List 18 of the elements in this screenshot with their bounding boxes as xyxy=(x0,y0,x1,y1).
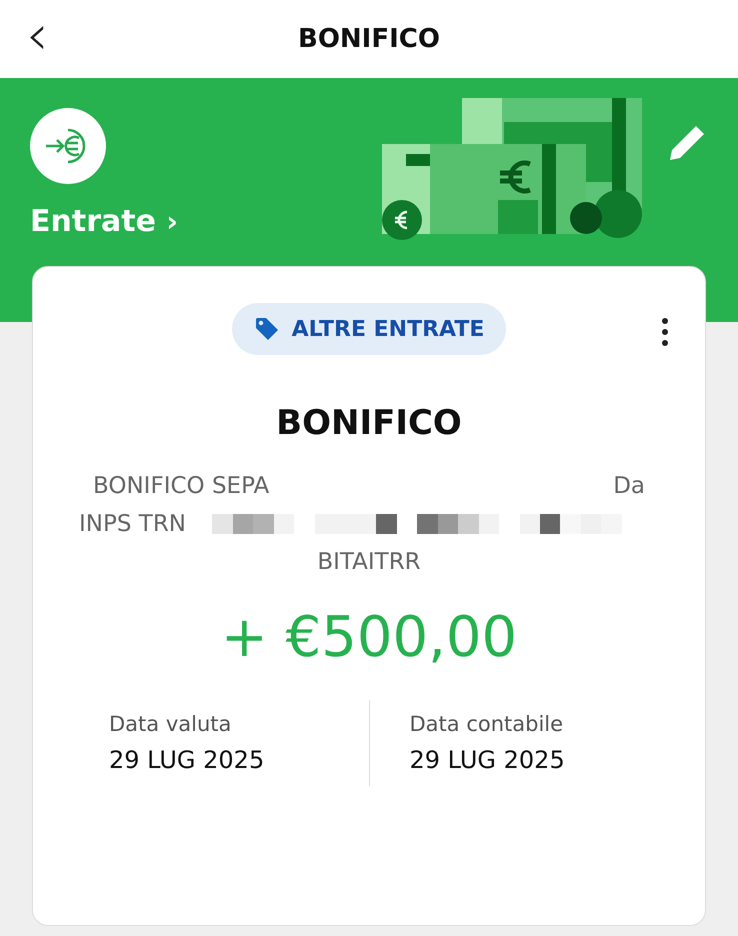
transaction-title: BONIFICO xyxy=(275,403,463,443)
incoming-euro-icon xyxy=(30,108,106,184)
description-text: BITAITRR xyxy=(317,549,421,575)
date-label: Data contabile xyxy=(410,712,564,736)
amount-text: + €500,00 xyxy=(220,605,518,670)
date-value: 29 LUG 2025 xyxy=(410,746,566,774)
date-value: 29 LUG 2025 xyxy=(109,746,266,774)
more-icon[interactable] xyxy=(661,317,669,347)
date-label: Data valuta xyxy=(109,712,232,736)
description-text: BONIFICO SEPA xyxy=(93,473,270,499)
description-text: INPS TRN xyxy=(79,511,186,537)
tag-icon xyxy=(254,316,280,342)
page-title: BONIFICO xyxy=(298,24,440,54)
description-text: Da xyxy=(613,473,645,499)
back-button[interactable]: ‹ xyxy=(26,8,48,64)
edit-icon[interactable] xyxy=(668,124,706,162)
tag-label: ALTRE ENTRATE xyxy=(292,316,484,342)
category-tag[interactable]: ALTRE ENTRATE xyxy=(232,303,506,355)
